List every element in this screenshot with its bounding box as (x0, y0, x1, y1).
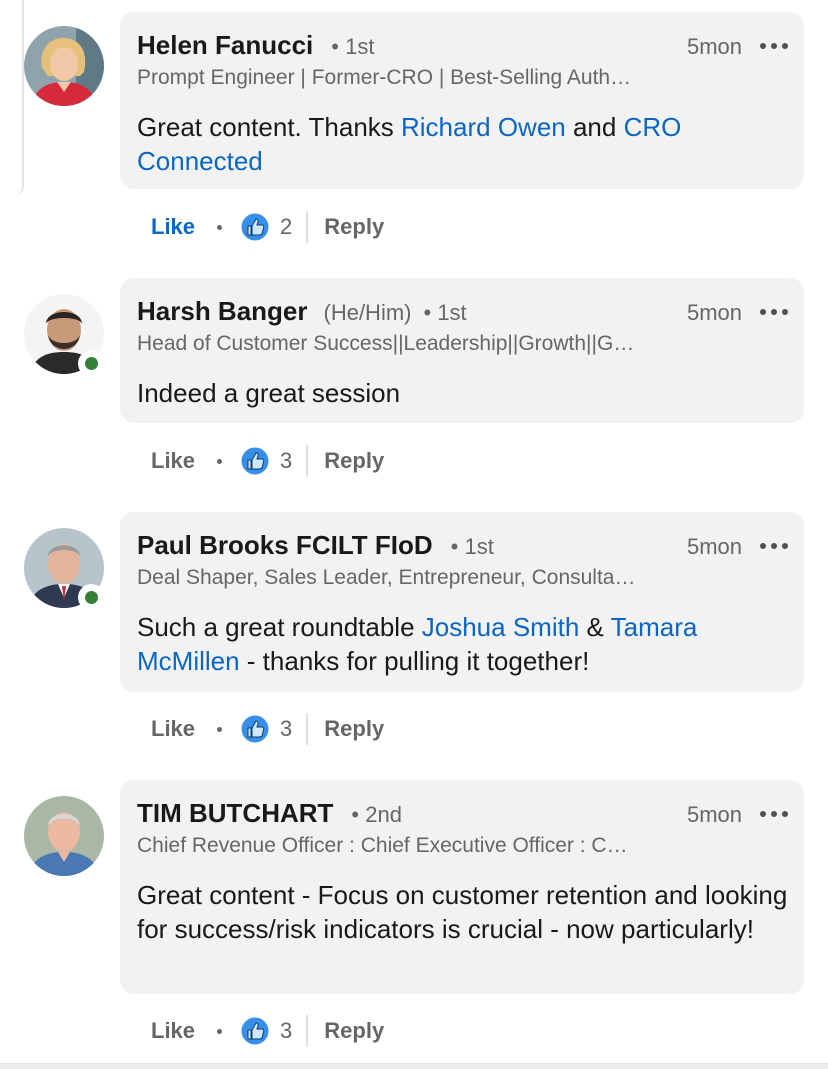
online-status-indicator (78, 584, 105, 611)
comment-timestamp: 5mon (686, 534, 742, 559)
like-reaction-icon[interactable] (240, 714, 270, 744)
reply-button[interactable]: Reply (310, 214, 398, 240)
separator-dot (217, 1028, 223, 1034)
comment-text-part: Indeed a great session (137, 378, 401, 408)
connection-degree: • 2nd (351, 802, 402, 827)
comment-header: Harsh Banger (He/Him) • 1st 5mon (137, 296, 788, 328)
reaction-count[interactable]: 3 (280, 716, 292, 742)
comment-timestamp: 5mon (686, 300, 742, 325)
more-options-icon[interactable] (760, 302, 788, 322)
separator-dot (217, 458, 223, 464)
online-status-indicator (78, 350, 105, 377)
reply-button[interactable]: Reply (310, 1018, 398, 1044)
reply-button[interactable]: Reply (310, 448, 398, 474)
comment-header: Paul Brooks FCILT FIoD • 1st 5mon (137, 530, 788, 562)
author-pronouns: (He/Him) (323, 300, 412, 325)
mention-link[interactable]: Richard Owen (401, 112, 566, 142)
like-button[interactable]: Like (137, 214, 209, 240)
author-name[interactable]: Harsh Banger (137, 296, 308, 327)
comment-text-part: & (579, 612, 611, 642)
reaction-count[interactable]: 3 (280, 1018, 292, 1044)
reaction-count[interactable]: 3 (280, 448, 292, 474)
like-button[interactable]: Like (137, 1018, 209, 1044)
action-divider (306, 211, 309, 243)
comment-text-part: Great content. Thanks (137, 112, 401, 142)
author-headline: Deal Shaper, Sales Leader, Entrepreneur,… (137, 566, 636, 589)
comment-timestamp: 5mon (686, 802, 742, 827)
separator-dot (217, 726, 223, 732)
like-button[interactable]: Like (137, 716, 209, 742)
like-button[interactable]: Like (137, 448, 209, 474)
avatar[interactable] (24, 26, 104, 106)
comment-text: Great content. Thanks Richard Owen and C… (137, 110, 788, 178)
comment-bubble: Paul Brooks FCILT FIoD • 1st 5mon Deal S… (120, 512, 804, 692)
like-reaction-icon[interactable] (240, 446, 270, 476)
connection-degree: • 1st (331, 34, 375, 59)
like-reaction-icon[interactable] (240, 212, 270, 242)
reply-button[interactable]: Reply (310, 716, 398, 742)
action-divider (306, 1015, 309, 1047)
author-name[interactable]: Helen Fanucci (137, 30, 313, 61)
comment-text-part: and (565, 112, 624, 142)
comment-bubble: TIM BUTCHART • 2nd 5mon Chief Revenue Of… (120, 780, 804, 994)
separator-dot (217, 224, 223, 230)
more-options-icon[interactable] (760, 804, 788, 824)
author-headline: Prompt Engineer | Former-CRO | Best-Sell… (137, 66, 632, 89)
comment-actions: Like 3 Reply (137, 1011, 398, 1051)
comment-header: TIM BUTCHART • 2nd 5mon (137, 798, 788, 830)
author-name[interactable]: TIM BUTCHART (137, 798, 333, 829)
avatar[interactable] (24, 796, 104, 876)
comment-text: Indeed a great session (137, 376, 788, 410)
connection-degree: • 1st (450, 534, 494, 559)
comment-text-part: Such a great roundtable (137, 612, 422, 642)
comment-header: Helen Fanucci • 1st 5mon (137, 30, 788, 62)
connection-degree: • 1st (423, 300, 467, 325)
more-options-icon[interactable] (760, 36, 788, 56)
comment-bubble: Harsh Banger (He/Him) • 1st 5mon Head of… (120, 278, 804, 423)
comment-text: Great content - Focus on customer retent… (137, 878, 788, 946)
like-reaction-icon[interactable] (240, 1016, 270, 1046)
scroll-indicator[interactable] (12, 0, 24, 196)
author-headline: Head of Customer Success||Leadership||Gr… (137, 332, 635, 355)
comment-timestamp: 5mon (686, 34, 742, 59)
comment-actions: Like 3 Reply (137, 709, 398, 749)
action-divider (306, 713, 309, 745)
bottom-edge (0, 1063, 828, 1069)
comment-text-part: Great content - Focus on customer retent… (137, 880, 788, 944)
comment-text-part: - thanks for pulling it together! (239, 646, 590, 676)
comment-bubble: Helen Fanucci • 1st 5mon Prompt Engineer… (120, 12, 804, 189)
comment-actions: Like 2 Reply (137, 207, 398, 247)
author-headline: Chief Revenue Officer : Chief Executive … (137, 834, 628, 857)
action-divider (306, 445, 309, 477)
more-options-icon[interactable] (760, 536, 788, 556)
comment-actions: Like 3 Reply (137, 441, 398, 481)
reaction-count[interactable]: 2 (280, 214, 292, 240)
comment-text: Such a great roundtable Joshua Smith & T… (137, 610, 788, 678)
mention-link[interactable]: Joshua Smith (422, 612, 580, 642)
author-name[interactable]: Paul Brooks FCILT FIoD (137, 530, 433, 561)
